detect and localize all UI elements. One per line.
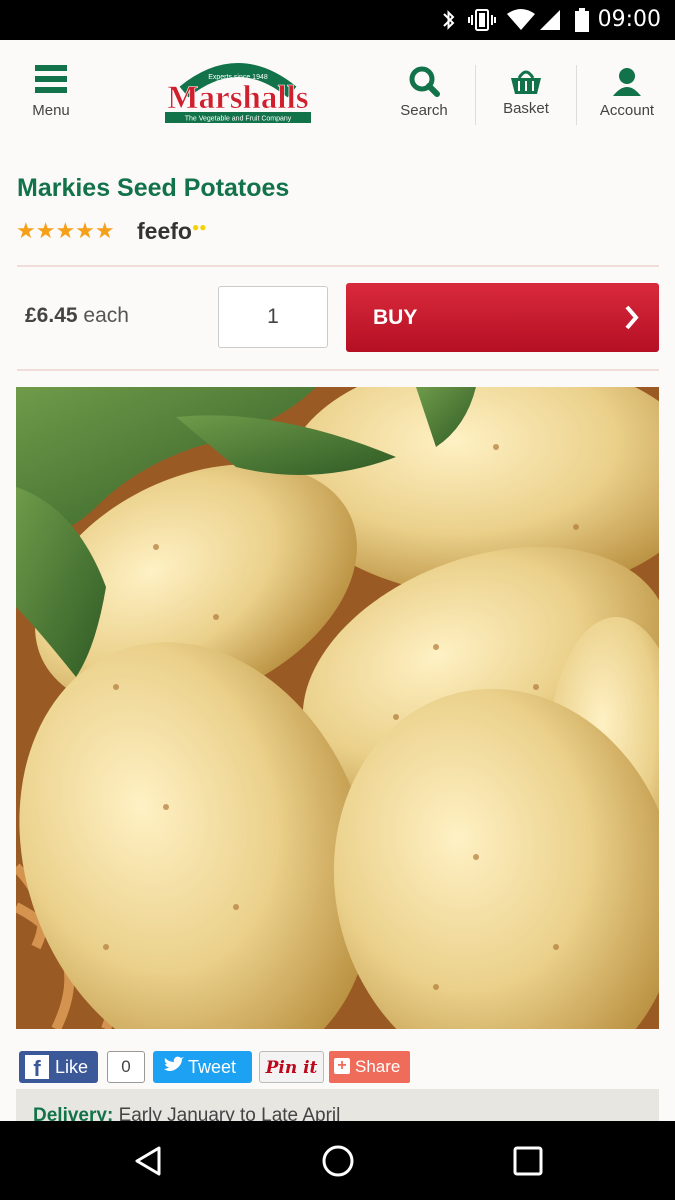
tweet-label: Tweet <box>188 1057 237 1077</box>
buy-button[interactable]: BUY <box>346 283 659 352</box>
pinterest-pin-button[interactable]: Pin it <box>259 1051 324 1083</box>
price: £6.45 each <box>25 304 129 328</box>
facebook-icon: f <box>25 1055 49 1081</box>
share-label: Share <box>355 1057 401 1076</box>
logo-tagline: The Vegetable and Fruit Company <box>185 116 292 123</box>
header-divider <box>475 65 476 125</box>
star-rating[interactable]: ★★★★★ <box>16 218 115 244</box>
search-label: Search <box>400 102 448 119</box>
marshalls-logo[interactable]: Experts since 1948 Marshalls The Vegetab… <box>164 54 312 126</box>
account-label: Account <box>599 102 655 119</box>
like-label: Like <box>55 1057 89 1077</box>
header-divider <box>576 65 577 125</box>
vibrate-icon <box>467 8 497 37</box>
home-icon[interactable] <box>321 1144 355 1183</box>
hamburger-icon <box>35 65 67 98</box>
like-count: 0 <box>107 1051 145 1083</box>
search-icon <box>408 66 440 102</box>
feefo-wordmark: feefo <box>137 218 192 244</box>
menu-button[interactable]: Menu <box>26 64 76 119</box>
basket-icon <box>510 70 542 100</box>
feefo-eyes-icon: ●● <box>191 220 207 234</box>
price-value: £6.45 <box>25 304 78 327</box>
basket-button[interactable]: Basket <box>500 66 552 117</box>
divider <box>17 369 659 371</box>
user-icon <box>611 68 643 102</box>
account-button[interactable]: Account <box>596 66 658 119</box>
chevron-right-icon <box>623 283 641 378</box>
search-button[interactable]: Search <box>395 66 453 119</box>
plus-icon: + <box>334 1058 350 1074</box>
twitter-bird-icon <box>162 1051 184 1093</box>
product-title: Markies Seed Potatoes <box>17 174 290 202</box>
logo-wordmark: Marshalls <box>167 80 308 116</box>
facebook-like-button[interactable]: f Like <box>19 1051 98 1083</box>
back-icon[interactable] <box>133 1145 163 1182</box>
quantity-input[interactable] <box>218 286 328 348</box>
tweet-button[interactable]: Tweet <box>153 1051 252 1083</box>
basket-label: Basket <box>503 100 549 117</box>
feefo-logo[interactable]: feefo●● <box>137 218 206 245</box>
site-header: Menu Experts since 1948 Marshalls The Ve… <box>0 40 675 140</box>
bluetooth-icon <box>440 8 458 37</box>
buy-label: BUY <box>373 306 418 329</box>
status-bar: 09:00 <box>0 0 675 40</box>
share-button[interactable]: + Share <box>329 1051 410 1083</box>
divider <box>17 265 659 267</box>
clock: 09:00 <box>597 7 661 32</box>
menu-label: Menu <box>32 102 70 119</box>
price-unit: each <box>83 304 129 327</box>
system-nav-bar <box>0 1121 675 1200</box>
signal-icon <box>538 8 562 37</box>
battery-icon <box>574 8 590 37</box>
recent-apps-icon[interactable] <box>513 1146 543 1181</box>
wifi-icon <box>506 8 536 37</box>
product-image[interactable] <box>16 387 659 1029</box>
